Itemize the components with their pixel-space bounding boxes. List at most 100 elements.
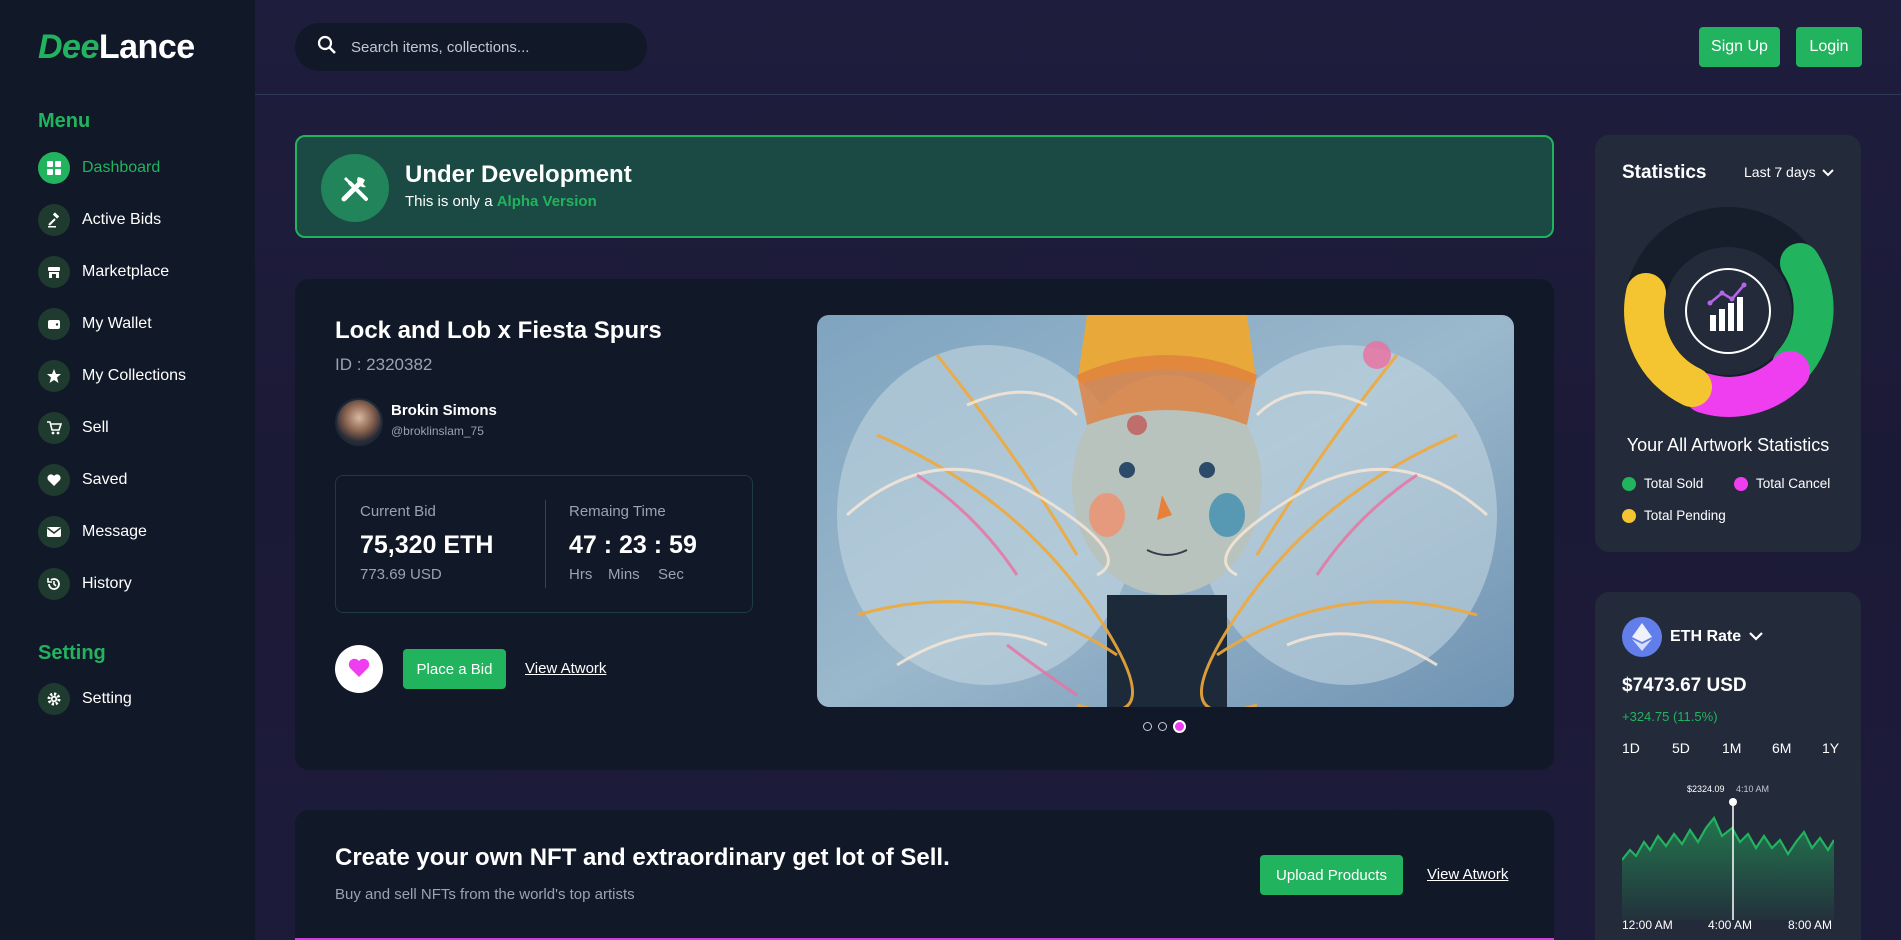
creator-handle: @broklinslam_75: [391, 424, 484, 438]
chart-marker-price: $2324.09: [1687, 784, 1725, 794]
favorite-button[interactable]: [335, 645, 383, 693]
sidebar-item-label: History: [82, 575, 132, 592]
chart-marker: [1729, 798, 1737, 806]
carousel-dots: [1143, 720, 1186, 733]
sidebar-item-marketplace[interactable]: Marketplace: [38, 255, 169, 289]
artwork-title: Lock and Lob x Fiesta Spurs: [335, 317, 662, 344]
sidebar-item-label: My Wallet: [82, 315, 152, 332]
search-bar[interactable]: [295, 23, 647, 71]
eth-change: +324.75 (11.5%): [1622, 709, 1718, 724]
cta-title: Create your own NFT and extraordinary ge…: [335, 844, 950, 871]
view-artwork-link[interactable]: View Atwork: [525, 660, 606, 677]
header-divider: [255, 94, 1901, 95]
chart-marker-time: 4:10 AM: [1736, 784, 1769, 794]
timeframe-1d[interactable]: 1D: [1622, 740, 1640, 756]
timeframe-1m[interactable]: 1M: [1722, 740, 1741, 756]
eth-price: $7473.67 USD: [1622, 675, 1747, 696]
brand-logo-part2: Lance: [98, 28, 195, 66]
chevron-down-icon: [1821, 164, 1834, 180]
cta-subtitle: Buy and sell NFTs from the world's top a…: [335, 886, 635, 903]
menu-heading: Menu: [38, 110, 91, 132]
heart-icon: [38, 464, 70, 496]
sidebar-item-label: Dashboard: [82, 159, 161, 176]
avatar[interactable]: [335, 398, 383, 446]
view-artwork-link[interactable]: View Atwork: [1427, 866, 1508, 883]
place-bid-button[interactable]: Place a Bid: [403, 649, 506, 689]
grid-icon: [38, 152, 70, 184]
sidebar-item-label: Saved: [82, 471, 128, 488]
carousel-dot-active[interactable]: [1173, 720, 1186, 733]
sidebar-item-dashboard[interactable]: Dashboard: [38, 151, 160, 185]
search-icon: [317, 35, 337, 60]
banner-sub-prefix: This is only a: [405, 193, 497, 210]
banner-sub-highlight: Alpha Version: [496, 193, 597, 210]
legend-label: Total Pending: [1644, 508, 1726, 523]
artwork-id: ID : 2320382: [335, 355, 433, 374]
sidebar: DeeLance Menu Dashboard Active Bids Mark…: [0, 0, 255, 940]
statistics-title: Statistics: [1622, 162, 1707, 183]
sidebar-item-label: Message: [82, 523, 147, 540]
time-unit-hrs: Hrs: [569, 566, 593, 583]
store-icon: [38, 256, 70, 288]
mail-icon: [38, 516, 70, 548]
time-unit-mins: Mins: [608, 566, 640, 583]
sidebar-item-label: Active Bids: [82, 211, 162, 228]
cart-icon: [38, 412, 70, 444]
sidebar-item-history[interactable]: History: [38, 567, 132, 601]
timeframe-1y[interactable]: 1Y: [1822, 740, 1839, 756]
banner-title: Under Development: [405, 161, 632, 188]
banner-subtitle: This is only a Alpha Version: [405, 193, 597, 210]
eth-rate-card: ETH Rate $7473.67 USD +324.75 (11.5%) 1D…: [1595, 592, 1861, 940]
ethereum-icon: [1622, 617, 1662, 657]
eth-price-chart[interactable]: $2324.09 4:10 AM: [1622, 770, 1834, 920]
statistics-card: Statistics Last 7 days Your All Artwork …: [1595, 135, 1861, 552]
legend-dot: [1734, 476, 1748, 491]
sign-up-button[interactable]: Sign Up: [1699, 27, 1780, 67]
sidebar-item-label: Sell: [82, 419, 109, 436]
creator-name[interactable]: Brokin Simons: [391, 402, 497, 419]
eth-rate-selector[interactable]: ETH Rate: [1670, 628, 1763, 646]
sidebar-item-setting[interactable]: Setting: [38, 682, 132, 716]
range-selector[interactable]: Last 7 days: [1744, 164, 1834, 180]
dev-banner: Under Development This is only a Alpha V…: [295, 135, 1554, 238]
sidebar-item-my-wallet[interactable]: My Wallet: [38, 307, 152, 341]
x-tick: 12:00 AM: [1622, 918, 1673, 932]
chevron-down-icon: [1749, 628, 1763, 646]
tools-icon: [321, 154, 389, 222]
create-nft-card: Create your own NFT and extraordinary ge…: [295, 810, 1554, 940]
sidebar-item-sell[interactable]: Sell: [38, 411, 109, 445]
sidebar-item-my-collections[interactable]: My Collections: [38, 359, 186, 393]
brand-logo-part1: Dee: [38, 28, 99, 66]
sidebar-item-label: Setting: [82, 690, 132, 707]
bid-divider: [545, 500, 546, 588]
legend-total-sold: Total Sold: [1622, 476, 1703, 491]
brand-logo[interactable]: DeeLance: [38, 28, 195, 67]
eth-rate-title: ETH Rate: [1670, 628, 1742, 645]
sidebar-item-message[interactable]: Message: [38, 515, 147, 549]
search-input[interactable]: [351, 38, 631, 56]
sidebar-item-label: My Collections: [82, 367, 187, 384]
history-icon: [38, 568, 70, 600]
current-bid-usd: 773.69 USD: [360, 566, 442, 583]
remaining-time-label: Remaing Time: [569, 503, 666, 520]
sidebar-item-active-bids[interactable]: Active Bids: [38, 203, 161, 237]
x-tick: 8:00 AM: [1788, 918, 1833, 932]
legend-dot: [1622, 476, 1636, 491]
carousel-dot[interactable]: [1158, 722, 1167, 731]
sidebar-item-saved[interactable]: Saved: [38, 463, 127, 497]
artwork-image[interactable]: [817, 315, 1514, 707]
legend-label: Total Cancel: [1756, 476, 1831, 491]
legend-dot: [1622, 508, 1636, 523]
range-label: Last 7 days: [1744, 164, 1816, 180]
upload-products-button[interactable]: Upload Products: [1260, 855, 1403, 895]
x-tick: 4:00 AM: [1708, 918, 1753, 932]
carousel-dot[interactable]: [1143, 722, 1152, 731]
timeframe-5d[interactable]: 5D: [1672, 740, 1690, 756]
heart-icon: [347, 656, 371, 683]
login-button[interactable]: Login: [1796, 27, 1862, 67]
gear-icon: [38, 683, 70, 715]
legend-total-pending: Total Pending: [1622, 508, 1726, 523]
remaining-time-value: 47 : 23 : 59: [569, 531, 697, 559]
statistics-donut-chart[interactable]: [1622, 205, 1834, 417]
timeframe-6m[interactable]: 6M: [1772, 740, 1791, 756]
